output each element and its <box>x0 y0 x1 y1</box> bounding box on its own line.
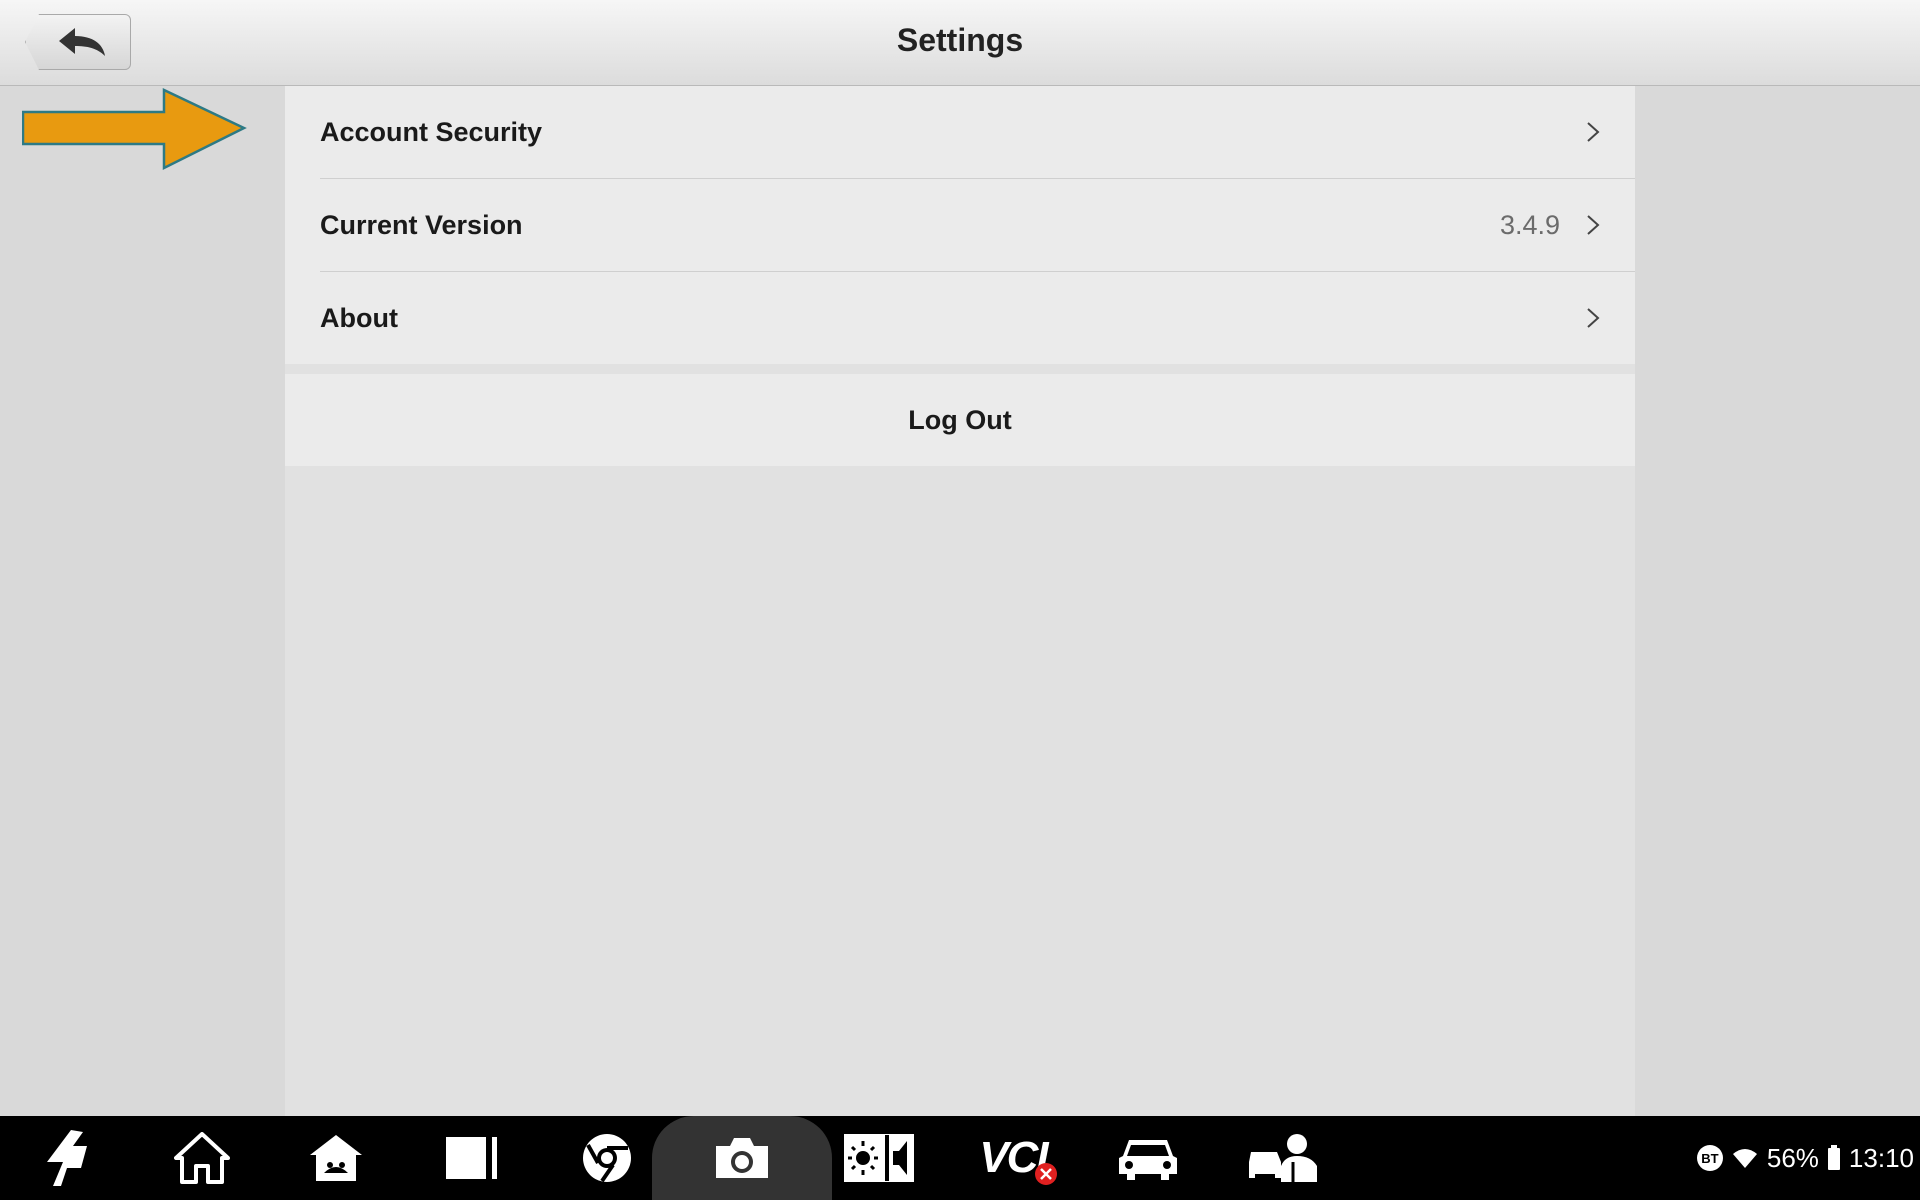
chevron-right-icon <box>1587 122 1600 142</box>
logout-button[interactable]: Log Out <box>285 374 1635 466</box>
car-icon[interactable] <box>1116 1116 1180 1200</box>
battery-icon <box>1827 1145 1840 1170</box>
battery-percent: 56% <box>1766 1142 1819 1173</box>
settings-item-label: About <box>320 302 398 333</box>
settings-panel: Account Security Current Version 3.4.9 A… <box>285 86 1635 1116</box>
recent-apps-icon[interactable] <box>442 1116 502 1200</box>
settings-list: Account Security Current Version 3.4.9 A… <box>285 86 1635 364</box>
browser-icon[interactable] <box>577 1116 637 1200</box>
settings-item-label: Current Version <box>320 209 523 240</box>
section-gap <box>285 364 1635 374</box>
brightness-volume-icon[interactable] <box>842 1116 916 1200</box>
taskbar: VCI BT 56% 13:10 <box>0 1116 1920 1200</box>
status-bar: BT 56% 13:10 <box>1696 1116 1914 1200</box>
autel-logo-icon[interactable] <box>36 1116 96 1200</box>
error-badge-icon <box>1035 1163 1057 1185</box>
settings-item-label: Account Security <box>320 116 543 147</box>
wifi-icon <box>1732 1149 1757 1168</box>
android-home-icon[interactable] <box>306 1116 366 1200</box>
page-title: Settings <box>896 22 1024 58</box>
version-value: 3.4.9 <box>1499 209 1560 240</box>
vci-icon[interactable]: VCI <box>968 1116 1058 1200</box>
settings-item-about[interactable]: About <box>285 272 1635 364</box>
settings-item-account-security[interactable]: Account Security <box>285 86 1635 179</box>
home-icon[interactable] <box>172 1116 232 1200</box>
camera-icon[interactable] <box>712 1116 772 1200</box>
technician-icon[interactable] <box>1246 1116 1322 1200</box>
settings-item-current-version[interactable]: Current Version 3.4.9 <box>285 179 1635 272</box>
annotation-arrow <box>22 88 247 171</box>
top-bar: Settings <box>0 0 1920 86</box>
bluetooth-icon: BT <box>1696 1145 1723 1171</box>
clock: 13:10 <box>1848 1142 1914 1173</box>
chevron-right-icon <box>1587 308 1600 328</box>
chevron-right-icon <box>1587 215 1600 235</box>
